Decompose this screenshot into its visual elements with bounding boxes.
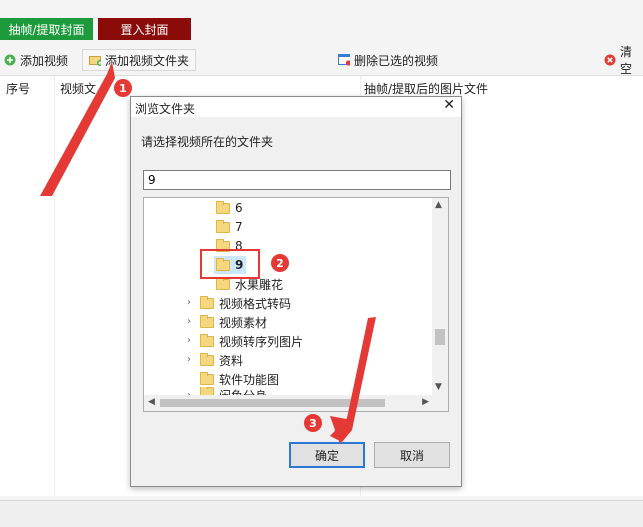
annotation-arrows bbox=[40, 62, 376, 444]
step-badge-1: 1 bbox=[114, 79, 132, 97]
selection-highlight-box bbox=[200, 249, 260, 279]
step-badge-2: 2 bbox=[271, 254, 289, 272]
step-badge-3: 3 bbox=[304, 414, 322, 432]
